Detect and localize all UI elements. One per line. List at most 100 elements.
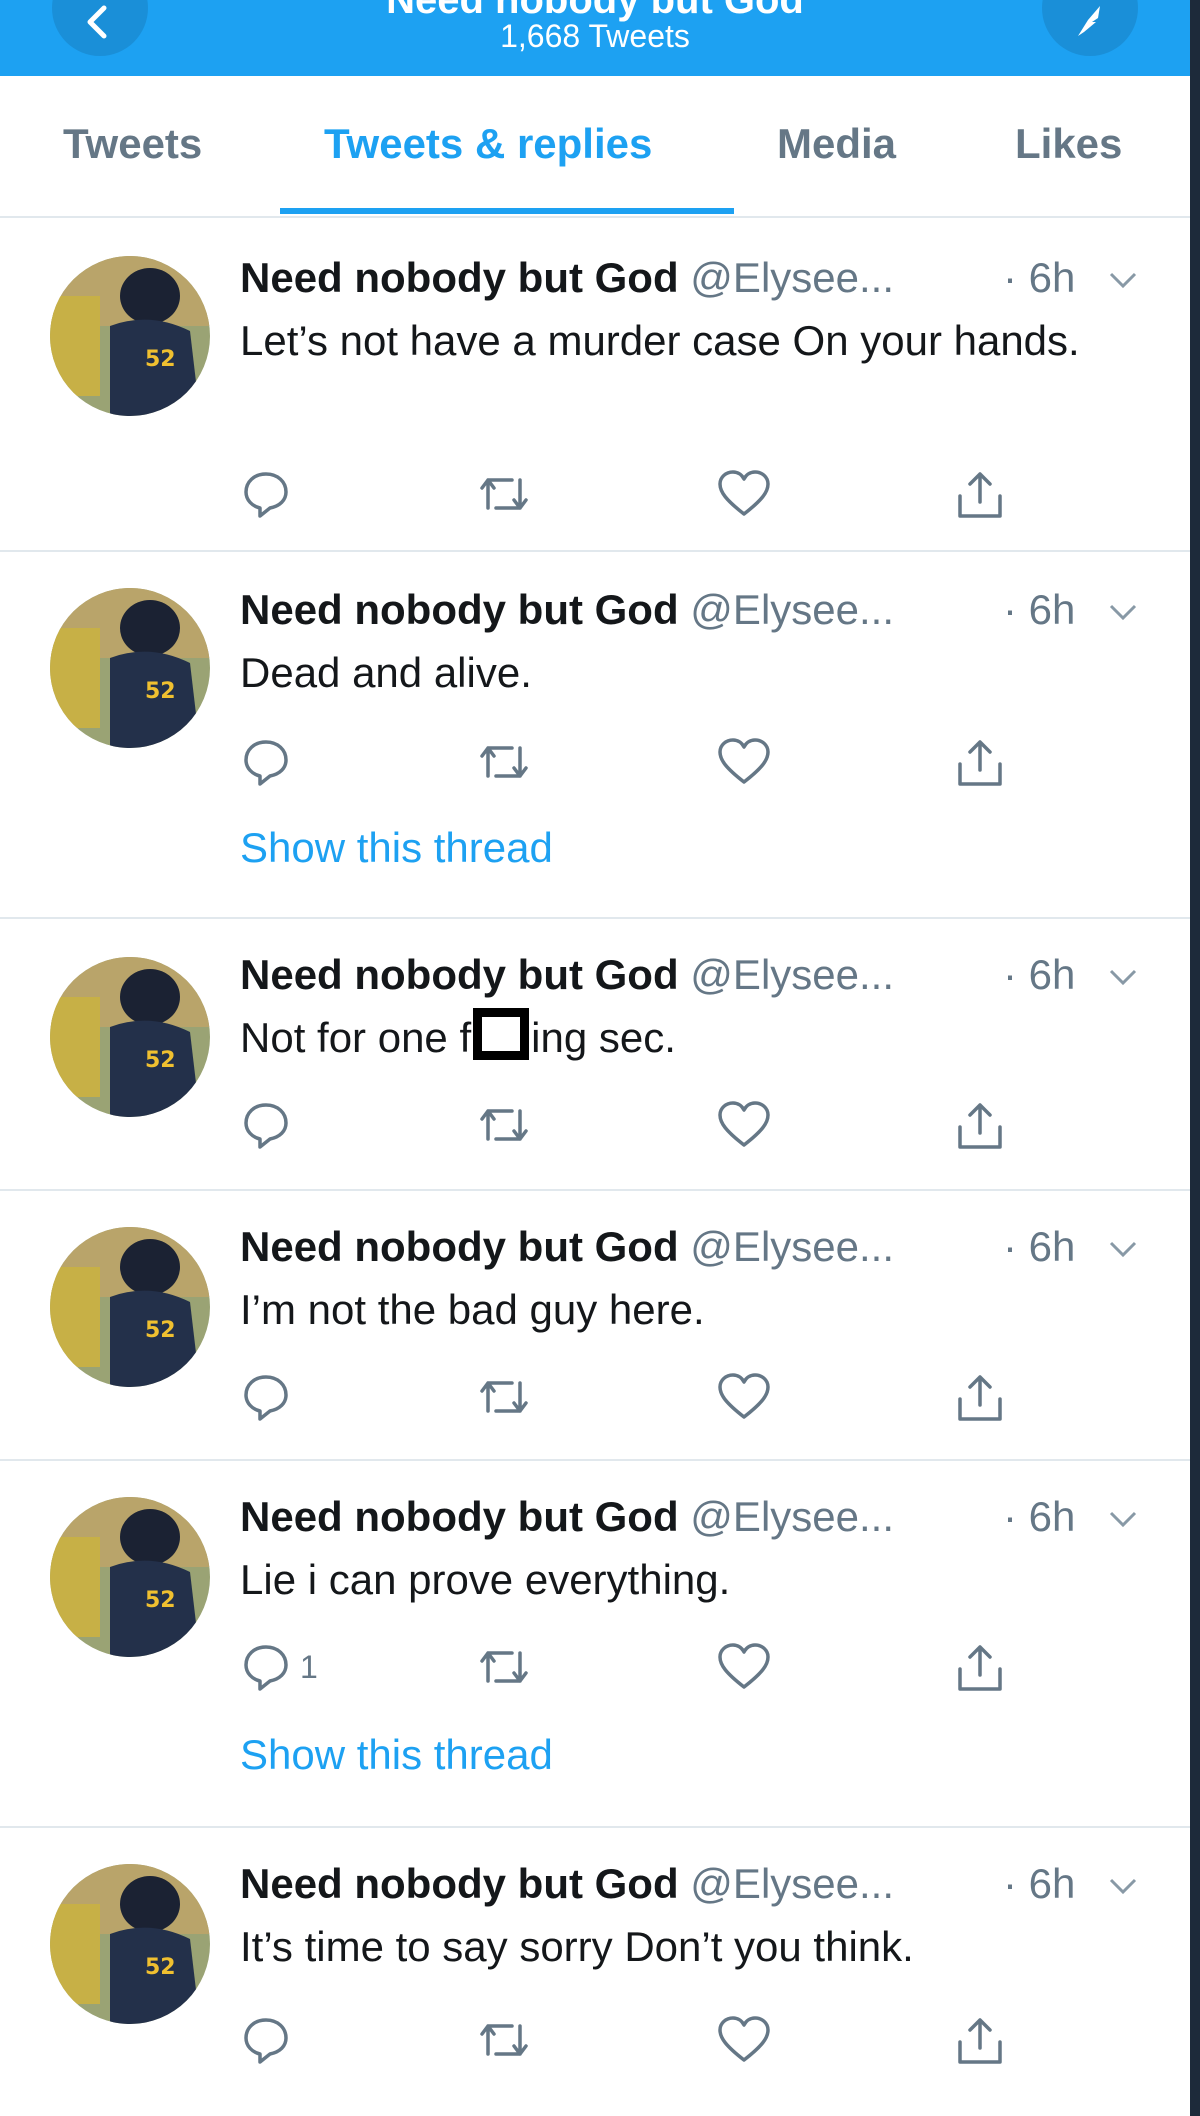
tweet-timestamp: · 6h — [1003, 1493, 1076, 1540]
svg-text:52: 52 — [145, 1048, 176, 1073]
profile-header: Need nobody but God 1,668 Tweets — [0, 0, 1190, 76]
tweet-item[interactable]: 52 Need nobody but God @Elysee... · 6h D… — [0, 550, 1190, 919]
tweet-text: I’m not the bad guy here. — [240, 1286, 705, 1333]
retweet-icon[interactable] — [474, 1371, 534, 1423]
tweet-actions — [0, 1371, 1190, 1431]
share-icon[interactable] — [952, 1371, 1008, 1427]
svg-text:52: 52 — [145, 1318, 176, 1343]
tweet-actions — [0, 736, 1190, 796]
reply-count: 1 — [300, 1649, 318, 1685]
compose-feather-icon — [1078, 6, 1100, 36]
tweet-item[interactable]: 52 Need nobody but God @Elysee... · 6h I… — [0, 1826, 1190, 2116]
like-heart-icon[interactable] — [716, 468, 772, 520]
chevron-down-icon[interactable] — [1108, 602, 1138, 622]
svg-text:52: 52 — [145, 1588, 176, 1613]
share-icon[interactable] — [952, 1641, 1008, 1697]
retweet-icon[interactable] — [474, 1641, 534, 1693]
tweet-author-name[interactable]: Need nobody but God — [240, 1223, 679, 1270]
tweet-author-handle: @Elysee... — [690, 1493, 895, 1540]
tweet-actions — [0, 468, 1190, 528]
tweet-item[interactable]: 52 Need nobody but God @Elysee... · 6h L… — [0, 218, 1190, 552]
tweet-timestamp: · 6h — [1003, 1860, 1076, 1907]
reply-icon[interactable] — [240, 736, 292, 788]
tweet-text-part: Not for one f — [240, 1014, 472, 1061]
tweet-timestamp: · 6h — [1003, 951, 1076, 998]
chevron-down-icon[interactable] — [1108, 1509, 1138, 1529]
tweet-author-name[interactable]: Need nobody but God — [240, 1860, 679, 1907]
reply-icon[interactable] — [240, 1371, 292, 1423]
tweet-author-name[interactable]: Need nobody but God — [240, 586, 679, 633]
share-icon[interactable] — [952, 736, 1008, 792]
retweet-icon[interactable] — [474, 736, 534, 788]
avatar[interactable]: 52 — [50, 256, 210, 416]
like-heart-icon[interactable] — [716, 1641, 772, 1693]
tweet-author-handle: @Elysee... — [690, 951, 895, 998]
profile-tabs: Tweets Tweets & replies Media Likes — [0, 76, 1190, 218]
tweet-item[interactable]: 52 Need nobody but God @Elysee... · 6h N… — [0, 917, 1190, 1191]
tweet-text: Lie i can prove everything. — [240, 1556, 731, 1603]
chevron-down-icon[interactable] — [1108, 1239, 1138, 1259]
tweet-timestamp: · 6h — [1003, 586, 1076, 633]
tweet-item[interactable]: 52 Need nobody but God @Elysee... · 6h I… — [0, 1189, 1190, 1461]
show-thread-link[interactable]: Show this thread — [240, 824, 553, 872]
screen-edge — [1190, 0, 1200, 2116]
chevron-down-icon[interactable] — [1108, 1876, 1138, 1896]
avatar[interactable]: 52 — [50, 957, 210, 1117]
avatar[interactable]: 52 — [50, 1864, 210, 2024]
tweet-author-handle: @Elysee... — [690, 1223, 895, 1270]
tweet-actions: 1 — [0, 1641, 1190, 1701]
like-heart-icon[interactable] — [716, 736, 772, 788]
tweet-text: Not for one f ing sec. — [240, 1007, 1120, 1069]
show-thread-link[interactable]: Show this thread — [240, 1731, 553, 1779]
tweet-author-handle: @Elysee... — [690, 1860, 895, 1907]
svg-text:52: 52 — [145, 1955, 176, 1980]
tab-media[interactable]: Media — [777, 120, 896, 168]
share-icon[interactable] — [952, 1099, 1008, 1155]
retweet-icon[interactable] — [474, 2014, 534, 2066]
reply-icon[interactable] — [240, 1641, 292, 1693]
chevron-down-icon[interactable] — [1108, 967, 1138, 987]
tweet-timestamp: · 6h — [1003, 1223, 1076, 1270]
retweet-icon[interactable] — [474, 1099, 534, 1151]
avatar-image: 52 — [50, 1227, 210, 1387]
share-icon[interactable] — [952, 2014, 1008, 2070]
reply-icon[interactable] — [240, 2014, 292, 2066]
share-icon[interactable] — [952, 468, 1008, 524]
tweet-actions — [0, 1099, 1190, 1159]
tweet-count: 1,668 Tweets — [500, 18, 690, 54]
avatar-image: 52 — [50, 957, 210, 1117]
reply-icon[interactable] — [240, 468, 292, 520]
tab-likes[interactable]: Likes — [1015, 120, 1122, 168]
avatar[interactable]: 52 — [50, 588, 210, 748]
like-heart-icon[interactable] — [716, 1371, 772, 1423]
tweet-text: It’s time to say sorry Don’t you think. — [240, 1923, 914, 1970]
tweet-timestamp: · 6h — [1003, 254, 1076, 301]
tweet-author-name[interactable]: Need nobody but God — [240, 1493, 679, 1540]
like-heart-icon[interactable] — [716, 2014, 772, 2066]
tab-tweets[interactable]: Tweets — [63, 120, 202, 168]
avatar-image: 52 — [50, 1864, 210, 2024]
svg-text:52: 52 — [145, 347, 176, 372]
avatar-image: 52 — [50, 1497, 210, 1657]
tweet-text-part: ing sec. — [531, 1014, 676, 1061]
twitter-profile-screen: Need nobody but God 1,668 Tweets Tweets … — [0, 0, 1190, 2116]
like-heart-icon[interactable] — [716, 1099, 772, 1151]
tweet-author-handle: @Elysee... — [690, 254, 895, 301]
tab-tweets-and-replies[interactable]: Tweets & replies — [324, 120, 652, 168]
svg-text:52: 52 — [145, 679, 176, 704]
retweet-icon[interactable] — [474, 468, 534, 520]
censor-box — [473, 1008, 530, 1060]
avatar[interactable]: 52 — [50, 1497, 210, 1657]
tweet-actions — [0, 2014, 1190, 2074]
tweet-text: Let’s not have a murder case On your han… — [240, 317, 1080, 364]
tweet-author-name[interactable]: Need nobody but God — [240, 951, 679, 998]
reply-icon[interactable] — [240, 1099, 292, 1151]
tweet-author-handle: @Elysee... — [690, 586, 895, 633]
chevron-down-icon[interactable] — [1108, 270, 1138, 290]
avatar-image: 52 — [50, 588, 210, 748]
tweet-text: Dead and alive. — [240, 649, 532, 696]
tweet-item[interactable]: 52 Need nobody but God @Elysee... · 6h L… — [0, 1459, 1190, 1828]
avatar-image: 52 — [50, 256, 210, 416]
tweet-author-name[interactable]: Need nobody but God — [240, 254, 679, 301]
avatar[interactable]: 52 — [50, 1227, 210, 1387]
